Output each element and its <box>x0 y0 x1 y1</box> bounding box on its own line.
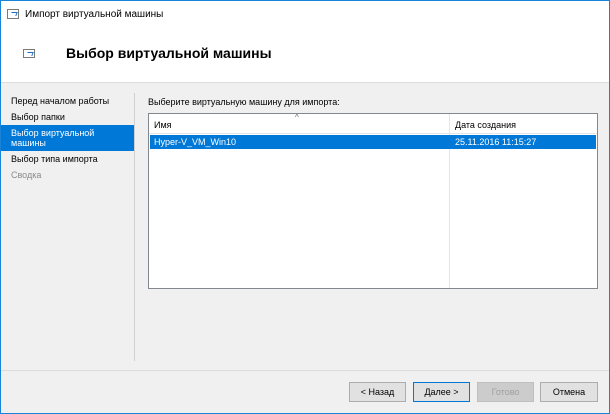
vm-created: 25.11.2016 11:15:27 <box>455 137 537 147</box>
list-header: Имя ^ Дата создания <box>149 113 597 134</box>
step-summary: Сводка <box>11 170 42 180</box>
step-before-you-begin[interactable]: Перед началом работы <box>1 93 134 109</box>
title-bar: Импорт виртуальной машины <box>1 1 609 31</box>
step-locate-folder[interactable]: Выбор папки <box>1 109 134 125</box>
wizard-steps: Перед началом работы Выбор папки Выбор в… <box>1 93 134 183</box>
divider <box>134 93 135 361</box>
table-row[interactable]: Hyper-V_VM_Win10 25.11.2016 11:15:27 <box>150 135 596 149</box>
cancel-button[interactable]: Отмена <box>540 382 598 402</box>
select-vm-label: Выберите виртуальную машину для импорта: <box>148 97 340 107</box>
window-title: Импорт виртуальной машины <box>25 9 164 20</box>
wizard-header: Выбор виртуальной машины <box>1 31 609 83</box>
footer-divider <box>1 370 609 371</box>
sort-ascending-icon: ^ <box>295 113 299 122</box>
back-button[interactable]: < Назад <box>349 382 406 402</box>
step-import-type[interactable]: Выбор типа импорта <box>1 151 134 167</box>
next-button[interactable]: Далее > <box>413 382 470 402</box>
vm-name: Hyper-V_VM_Win10 <box>154 137 237 147</box>
import-vm-dialog: Импорт виртуальной машины Выбор виртуаль… <box>0 0 610 414</box>
step-select-vm[interactable]: Выбор виртуальной машины <box>1 125 134 151</box>
app-icon <box>7 9 19 19</box>
vm-list[interactable]: Имя ^ Дата создания Hyper-V_VM_Win10 25.… <box>148 113 598 289</box>
import-icon <box>23 49 35 58</box>
column-name[interactable]: Имя <box>154 120 172 130</box>
page-title: Выбор виртуальной машины <box>66 45 272 61</box>
column-created[interactable]: Дата создания <box>455 120 516 130</box>
finish-button: Готово <box>477 382 534 402</box>
